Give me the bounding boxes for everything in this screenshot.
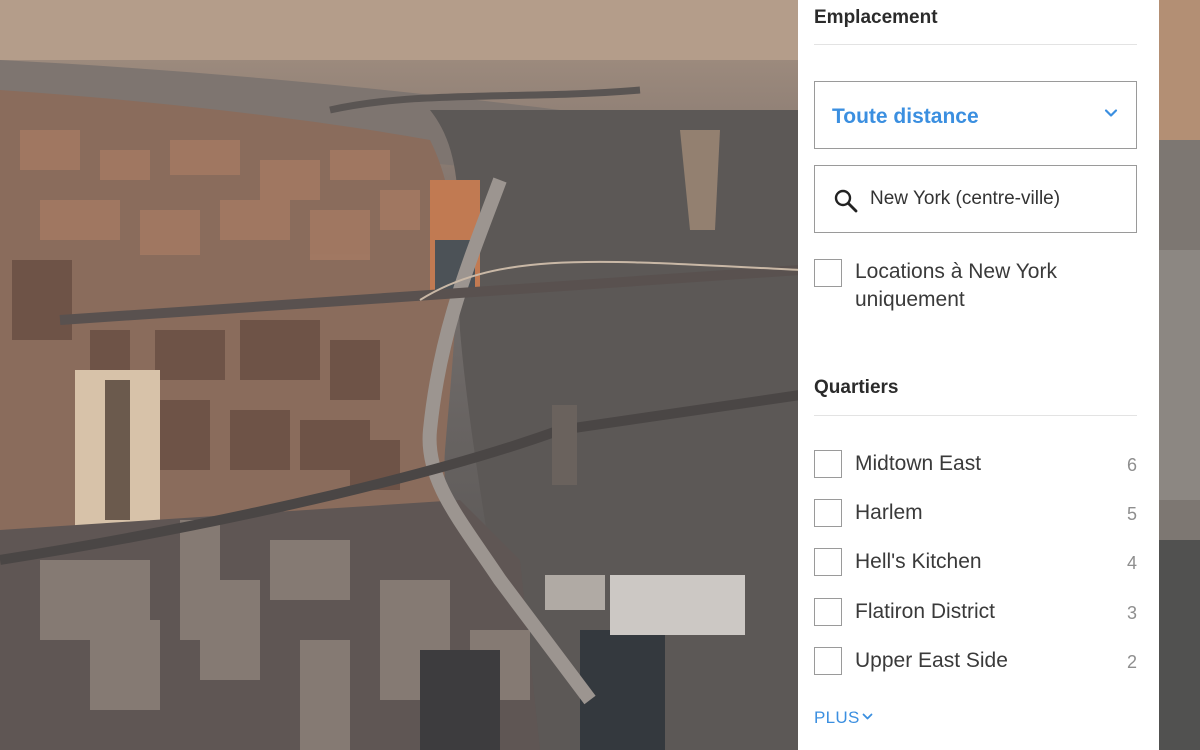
neighborhood-label: Hell's Kitchen [855,550,982,573]
more-link-label: PLUS [814,708,860,727]
neighborhood-item[interactable]: Flatiron District 3 [814,598,1137,626]
checkbox[interactable] [814,647,842,675]
neighborhood-count: 4 [1126,553,1137,573]
magnifier-icon [834,189,858,213]
neighborhood-item[interactable]: Harlem 5 [814,499,1137,527]
checkbox[interactable] [814,548,842,576]
neighborhood-count: 3 [1126,603,1137,623]
neighborhood-item[interactable]: Midtown East 6 [814,450,1137,478]
neighborhood-item[interactable]: Hell's Kitchen 4 [814,548,1137,576]
more-link[interactable]: PLUS [814,708,873,728]
neighborhood-count: 2 [1126,652,1137,672]
neighborhood-count: 5 [1126,504,1137,524]
checkbox-ny-only-label-line1: Locations à New York [855,260,1057,283]
neighborhood-count: 6 [1126,455,1137,475]
neighborhood-label: Flatiron District [855,600,996,623]
neighborhoods-section-title: Quartiers [814,371,1137,416]
distance-select[interactable]: Toute distance [814,81,1137,149]
location-search-value: New York (centre-ville) [870,188,1061,209]
checkbox-ny-only[interactable]: Locations à New York uniquement [814,258,1137,314]
distance-select-value: Toute distance [832,105,979,128]
neighborhood-item[interactable]: Upper East Side 2 [814,647,1137,675]
chevron-down-icon [1104,109,1118,117]
neighborhood-label: Harlem [855,501,923,524]
checkbox[interactable] [814,499,842,527]
chevron-down-icon [862,713,873,720]
checkbox[interactable] [814,598,842,626]
neighborhood-label: Upper East Side [855,649,1008,672]
location-search-input[interactable]: New York (centre-ville) [814,165,1137,233]
checkbox[interactable] [814,450,842,478]
location-section-title: Emplacement [814,0,1137,45]
checkbox[interactable] [814,259,842,287]
neighborhood-label: Midtown East [855,452,982,475]
filter-panel: Emplacement Toute distance New York (cen… [798,0,1159,750]
checkbox-ny-only-label-line2: uniquement [855,288,965,311]
